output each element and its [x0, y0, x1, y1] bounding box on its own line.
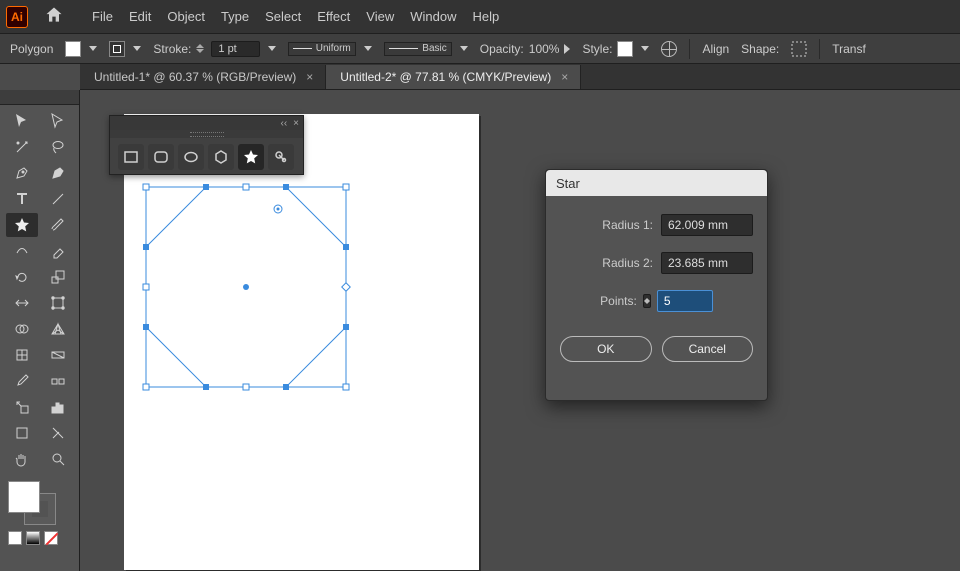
hand-tool[interactable]: [6, 447, 38, 471]
app-logo: Ai: [6, 6, 28, 28]
fill-stroke-indicator[interactable]: [8, 481, 56, 525]
menu-bar: Ai File Edit Object Type Select Effect V…: [0, 0, 960, 34]
radius2-input[interactable]: 23.685 mm: [661, 252, 753, 274]
doc-setup-icon[interactable]: [661, 41, 677, 57]
star-tool-icon[interactable]: [238, 144, 264, 170]
options-bar: Polygon Stroke: 1 pt Uniform Basic Opaci…: [0, 34, 960, 64]
close-icon[interactable]: ×: [561, 70, 568, 84]
opacity-value[interactable]: 100%: [529, 42, 560, 56]
direct-selection-tool[interactable]: [42, 109, 74, 133]
slice-tool[interactable]: [42, 421, 74, 445]
polygon-tool-icon[interactable]: [208, 144, 234, 170]
dialog-titlebar[interactable]: Star: [546, 170, 767, 196]
mesh-tool[interactable]: [6, 343, 38, 367]
ok-button[interactable]: OK: [560, 336, 652, 362]
gradient-tool[interactable]: [42, 343, 74, 367]
toolbox-panel: [0, 90, 80, 571]
stroke-swatch[interactable]: [109, 41, 141, 57]
menu-window[interactable]: Window: [410, 9, 456, 24]
points-label: Points:: [600, 294, 637, 308]
stroke-weight-input[interactable]: 1 pt: [211, 41, 259, 57]
free-transform-tool[interactable]: [42, 291, 74, 315]
type-tool[interactable]: [6, 187, 38, 211]
menu-view[interactable]: View: [366, 9, 394, 24]
panel-grip[interactable]: [110, 130, 303, 138]
opacity-label: Opacity:: [480, 42, 524, 56]
radius1-label: Radius 1:: [602, 218, 653, 232]
scale-tool[interactable]: [42, 265, 74, 289]
stroke-spinner[interactable]: [196, 44, 204, 53]
menu-object[interactable]: Object: [167, 9, 205, 24]
color-mode-icon[interactable]: [8, 531, 22, 545]
rectangle-tool-icon[interactable]: [118, 144, 144, 170]
gradient-mode-icon[interactable]: [26, 531, 40, 545]
none-mode-icon[interactable]: [44, 531, 58, 545]
flare-tool-icon[interactable]: [268, 144, 294, 170]
menu-edit[interactable]: Edit: [129, 9, 151, 24]
lasso-tool[interactable]: [42, 135, 74, 159]
selection-overlay: [146, 187, 346, 387]
stroke-profile-dropdown[interactable]: Uniform: [288, 42, 372, 56]
star-dialog: Star Radius 1: 62.009 mm Radius 2: 23.68…: [545, 169, 768, 401]
close-icon[interactable]: ×: [306, 70, 313, 84]
shape-mode-label: Shape:: [741, 42, 779, 56]
collapse-icon[interactable]: ‹‹: [280, 118, 287, 129]
document-tab[interactable]: Untitled-1* @ 60.37 % (RGB/Preview) ×: [80, 65, 326, 89]
document-tab[interactable]: Untitled-2* @ 77.81 % (CMYK/Preview) ×: [326, 65, 581, 89]
star-tool[interactable]: [6, 213, 38, 237]
rotate-tool[interactable]: [6, 265, 38, 289]
column-graph-tool[interactable]: [42, 395, 74, 419]
shape-tool-flyout: ‹‹ ×: [109, 115, 304, 175]
style-label: Style:: [582, 42, 612, 56]
radius2-label: Radius 2:: [602, 256, 653, 270]
graphic-style-swatch[interactable]: [617, 41, 633, 57]
points-spinner[interactable]: [643, 294, 651, 308]
line-tool[interactable]: [42, 187, 74, 211]
zoom-tool[interactable]: [42, 447, 74, 471]
paintbrush-tool[interactable]: [42, 213, 74, 237]
eraser-tool[interactable]: [42, 239, 74, 263]
width-tool[interactable]: [6, 291, 38, 315]
curvature-tool[interactable]: [42, 161, 74, 185]
menu-file[interactable]: File: [92, 9, 113, 24]
shape-builder-tool[interactable]: [6, 317, 38, 341]
pen-tool[interactable]: [6, 161, 38, 185]
brush-definition-dropdown[interactable]: Basic: [384, 42, 468, 56]
perspective-grid-tool[interactable]: [42, 317, 74, 341]
opacity-expand-icon[interactable]: [564, 44, 570, 54]
dialog-title: Star: [556, 176, 580, 191]
close-icon[interactable]: ×: [293, 118, 299, 129]
shaper-tool[interactable]: [6, 239, 38, 263]
menu-help[interactable]: Help: [472, 9, 499, 24]
menu-effect[interactable]: Effect: [317, 9, 350, 24]
points-input[interactable]: 5: [657, 290, 713, 312]
stroke-label: Stroke:: [153, 42, 191, 56]
ellipse-tool-icon[interactable]: [178, 144, 204, 170]
align-label[interactable]: Align: [702, 42, 729, 56]
separator: [689, 39, 690, 59]
radius1-input[interactable]: 62.009 mm: [661, 214, 753, 236]
fill-swatch[interactable]: [65, 41, 97, 57]
magic-wand-tool[interactable]: [6, 135, 38, 159]
menu-type[interactable]: Type: [221, 9, 249, 24]
rounded-rectangle-tool-icon[interactable]: [148, 144, 174, 170]
separator: [819, 39, 820, 59]
cancel-button[interactable]: Cancel: [662, 336, 754, 362]
tab-label: Untitled-1* @ 60.37 % (RGB/Preview): [94, 70, 296, 84]
active-tool-label: Polygon: [10, 42, 53, 56]
tab-label: Untitled-2* @ 77.81 % (CMYK/Preview): [340, 70, 551, 84]
transform-label[interactable]: Transf: [832, 42, 866, 56]
fill-color-icon[interactable]: [8, 481, 40, 513]
home-icon[interactable]: [44, 5, 64, 28]
shape-mode-icon[interactable]: [791, 41, 807, 57]
menu-select[interactable]: Select: [265, 9, 301, 24]
symbol-sprayer-tool[interactable]: [6, 395, 38, 419]
blend-tool[interactable]: [42, 369, 74, 393]
selection-tool[interactable]: [6, 109, 38, 133]
artboard-tool[interactable]: [6, 421, 38, 445]
eyedropper-tool[interactable]: [6, 369, 38, 393]
document-tab-bar: Untitled-1* @ 60.37 % (RGB/Preview) × Un…: [80, 64, 960, 90]
